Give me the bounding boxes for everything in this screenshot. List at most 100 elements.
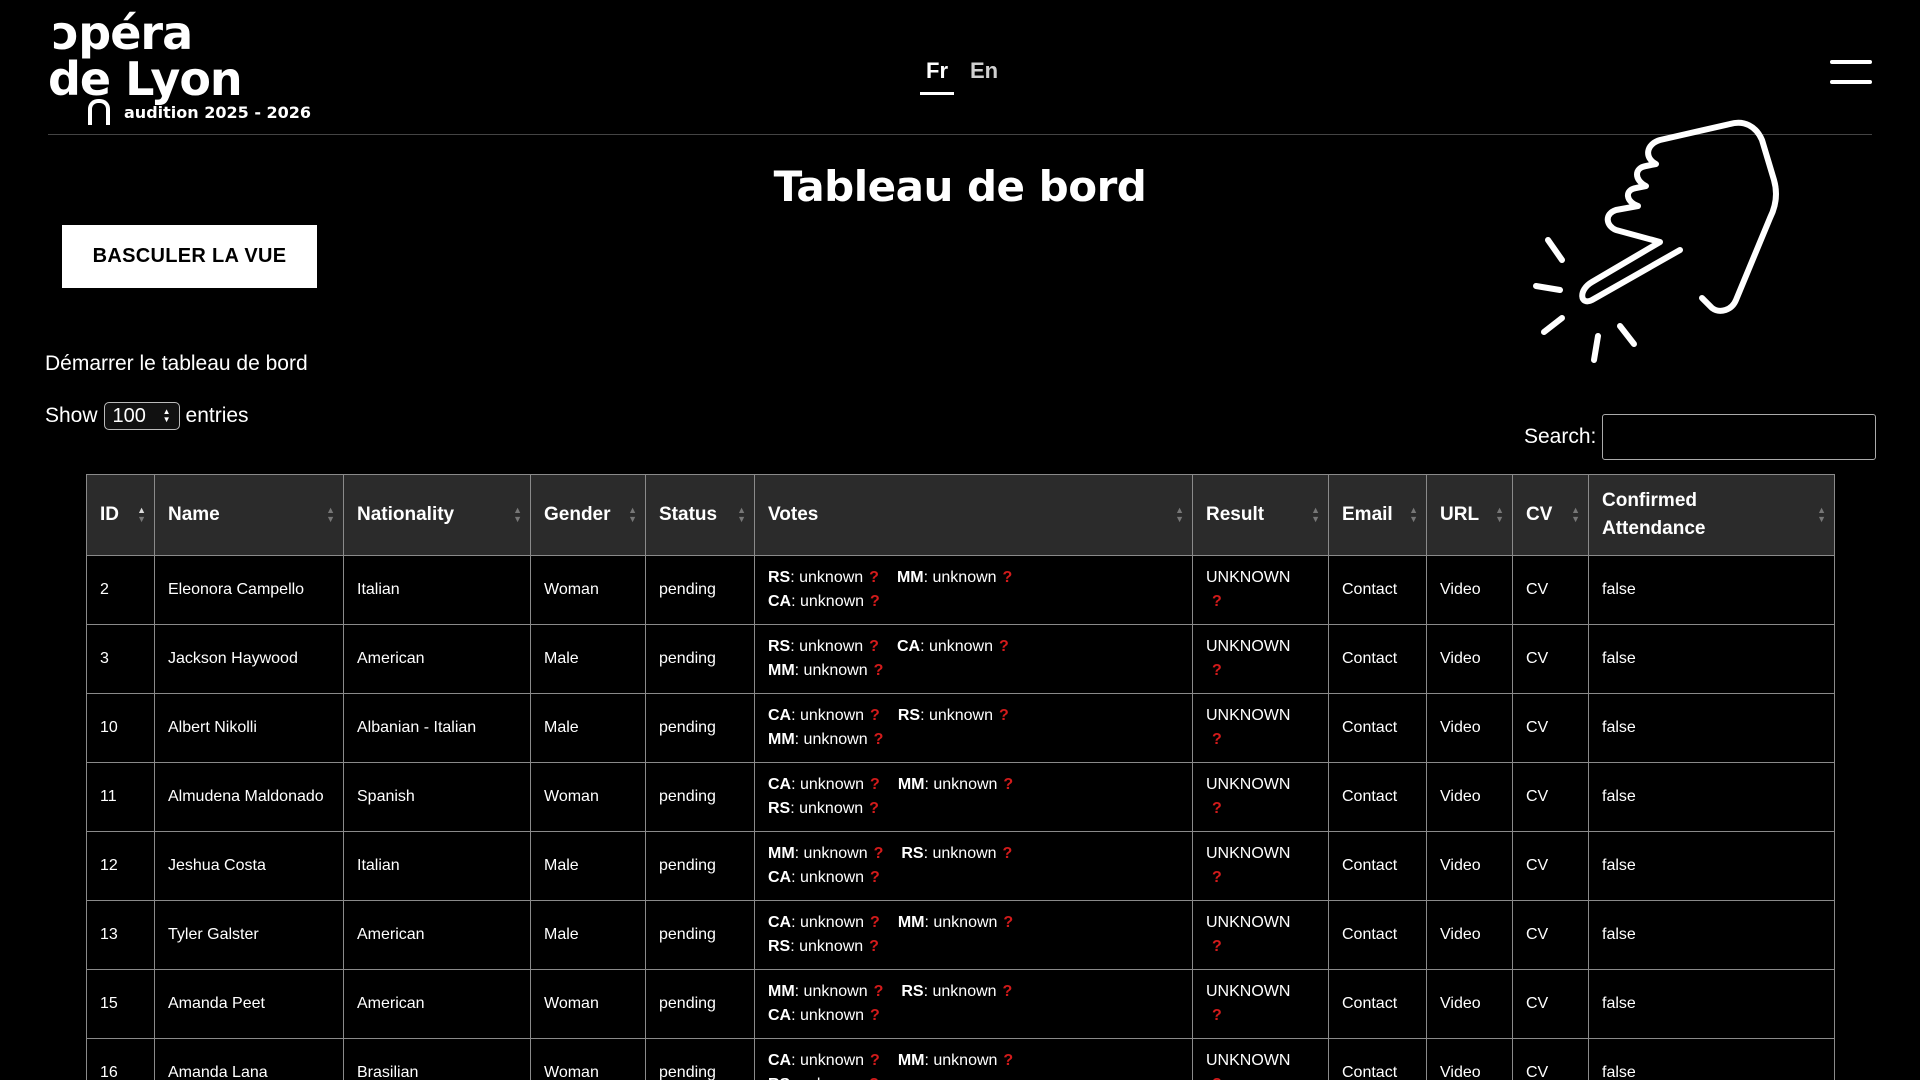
cell-name: Amanda Peet: [154, 969, 344, 1039]
opera-lyon-logo[interactable]: ɔpéra de Lyon audition 2025 - 2026: [48, 10, 311, 125]
cell-result: UNKNOWN?: [1192, 624, 1329, 694]
vote-judge: CA: [768, 593, 792, 610]
column-header-label: Confirmed Attendance: [1602, 490, 1706, 539]
email-contact-link[interactable]: Contact: [1328, 693, 1427, 763]
vote-judge: RS: [768, 1076, 790, 1080]
cell-votes: CA: unknown? MM: unknown? RS: unknown?: [754, 1038, 1193, 1080]
cv-link[interactable]: CV: [1512, 1038, 1589, 1080]
sort-icon: ▲ ▼: [513, 505, 522, 524]
cell-id: 11: [86, 762, 155, 832]
video-link[interactable]: Video: [1426, 693, 1513, 763]
video-link[interactable]: Video: [1426, 1038, 1513, 1080]
lang-en-link[interactable]: En: [966, 58, 1002, 95]
cv-link[interactable]: CV: [1512, 624, 1589, 694]
start-dashboard-text[interactable]: Démarrer le tableau de bord: [45, 352, 308, 376]
column-header-label: CV: [1526, 504, 1553, 525]
page: ɔpéra de Lyon audition 2025 - 2026 Fr En…: [0, 0, 1920, 1080]
cell-id: 15: [86, 969, 155, 1039]
vote-value: unknown: [799, 569, 864, 586]
table-row: 16 Amanda Lana Brasilian Woman pending CA: un…: [86, 1038, 1835, 1080]
column-header-votes[interactable]: Votes ▲ ▼: [754, 474, 1193, 556]
result-value: UNKNOWN: [1206, 845, 1291, 862]
column-header-name[interactable]: Name ▲ ▼: [154, 474, 344, 556]
vote-value: unknown: [933, 1052, 998, 1069]
search-input[interactable]: [1602, 414, 1877, 460]
table-row: 10 Albert Nikolli Albanian - Italian Male pe…: [86, 693, 1835, 763]
column-header-cv[interactable]: CV ▲ ▼: [1512, 474, 1589, 556]
entries-select[interactable]: 100 ▲ ▼: [103, 402, 180, 430]
vote-value: unknown: [800, 869, 865, 886]
vote-judge: RS: [901, 845, 924, 862]
column-header-confirmed-attendance[interactable]: Confirmed Attendance ▲ ▼: [1588, 474, 1835, 556]
cv-link[interactable]: CV: [1512, 831, 1589, 901]
vote-entry: CA: unknown?: [768, 1007, 880, 1024]
video-link[interactable]: Video: [1426, 969, 1513, 1039]
email-contact-link[interactable]: Contact: [1328, 555, 1427, 625]
vote-entry: MM: unknown?: [768, 662, 884, 679]
column-header-nationality[interactable]: Nationality ▲ ▼: [343, 474, 531, 556]
column-header-url[interactable]: URL ▲ ▼: [1426, 474, 1513, 556]
vote-value: unknown: [799, 1076, 863, 1080]
email-contact-link[interactable]: Contact: [1328, 762, 1427, 832]
sort-icon: ▲ ▼: [628, 505, 637, 524]
toggle-view-button[interactable]: BASCULER LA VUE: [62, 225, 317, 288]
email-contact-link[interactable]: Contact: [1328, 624, 1427, 694]
cell-nationality: Brasilian: [343, 1038, 531, 1080]
question-mark-icon: ?: [870, 1007, 880, 1024]
vote-judge: CA: [768, 1007, 792, 1024]
cell-votes: RS: unknown? MM: unknown? CA: unknown?: [754, 555, 1193, 625]
vote-judge: MM: [897, 776, 925, 793]
cv-link[interactable]: CV: [1512, 762, 1589, 832]
cell-confirmed-attendance: false: [1588, 1038, 1835, 1080]
cell-nationality: Italian: [343, 831, 531, 901]
question-mark-icon: ?: [1002, 569, 1013, 586]
vote-judge: RS: [768, 638, 791, 655]
question-mark-icon: ?: [869, 800, 879, 817]
question-mark-icon: ?: [1212, 593, 1222, 610]
column-header-label: Nationality: [357, 504, 455, 525]
cell-status: pending: [645, 555, 755, 625]
video-link[interactable]: Video: [1426, 900, 1513, 970]
cell-gender: Woman: [530, 555, 646, 625]
vote-entry: CA: unknown?: [768, 707, 880, 724]
column-header-id[interactable]: ID ▲ ▼: [86, 474, 155, 556]
cv-link[interactable]: CV: [1512, 969, 1589, 1039]
vote-value: unknown: [933, 914, 998, 931]
candidates-table: ID ▲ ▼ Name ▲ ▼ Nationality ▲ ▼ Gender ▲ ▼ Status ▲ ▼ V…: [86, 474, 1835, 1080]
video-link[interactable]: Video: [1426, 624, 1513, 694]
cell-status: pending: [645, 969, 755, 1039]
entries-length-control: Show 100 ▲ ▼ entries: [45, 402, 249, 430]
email-contact-link[interactable]: Contact: [1328, 1038, 1427, 1080]
column-header-gender[interactable]: Gender ▲ ▼: [530, 474, 646, 556]
question-mark-icon: ?: [870, 914, 880, 931]
hamburger-menu-icon[interactable]: [1830, 60, 1872, 84]
cell-status: pending: [645, 762, 755, 832]
vote-entry: MM: unknown?: [897, 914, 1014, 931]
logo-mark-icon: [88, 99, 110, 125]
email-contact-link[interactable]: Contact: [1328, 831, 1427, 901]
column-header-email[interactable]: Email ▲ ▼: [1328, 474, 1427, 556]
vote-judge: RS: [901, 983, 924, 1000]
cv-link[interactable]: CV: [1512, 900, 1589, 970]
cv-link[interactable]: CV: [1512, 555, 1589, 625]
video-link[interactable]: Video: [1426, 762, 1513, 832]
question-mark-icon: ?: [999, 707, 1009, 724]
lang-fr-link[interactable]: Fr: [920, 58, 954, 95]
email-contact-link[interactable]: Contact: [1328, 900, 1427, 970]
cell-status: pending: [645, 693, 755, 763]
video-link[interactable]: Video: [1426, 831, 1513, 901]
vote-judge: CA: [768, 869, 792, 886]
vote-judge: RS: [768, 938, 791, 955]
question-mark-icon: ?: [999, 638, 1009, 655]
column-header-status[interactable]: Status ▲ ▼: [645, 474, 755, 556]
cell-gender: Woman: [530, 1038, 646, 1080]
cell-status: pending: [645, 900, 755, 970]
email-contact-link[interactable]: Contact: [1328, 969, 1427, 1039]
cv-link[interactable]: CV: [1512, 693, 1589, 763]
video-link[interactable]: Video: [1426, 555, 1513, 625]
question-mark-icon: ?: [870, 593, 880, 610]
candidates-table-wrapper: ID ▲ ▼ Name ▲ ▼ Nationality ▲ ▼ Gender ▲ ▼ Status ▲ ▼ V…: [86, 474, 1835, 1080]
column-header-result[interactable]: Result ▲ ▼: [1192, 474, 1329, 556]
cell-result: UNKNOWN?: [1192, 969, 1329, 1039]
vote-entry: RS: unknown?: [901, 845, 1013, 862]
